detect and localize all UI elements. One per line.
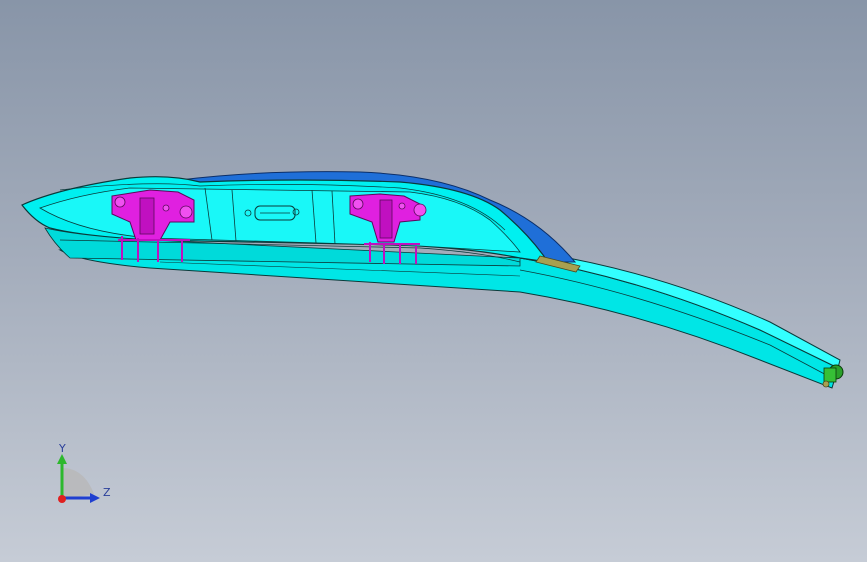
triad-origin (58, 495, 66, 503)
3d-viewport[interactable]: Y Z (0, 0, 867, 562)
triad-y-arrow (57, 454, 67, 464)
cad-model[interactable] (0, 0, 867, 562)
arm-lower-surface (58, 249, 839, 389)
triad-y-label: Y (58, 442, 66, 455)
triad-z-arrow (90, 493, 100, 503)
triad-z-label: Z (103, 486, 111, 499)
orientation-triad: Y Z (57, 442, 111, 503)
triad-plane (62, 468, 94, 500)
